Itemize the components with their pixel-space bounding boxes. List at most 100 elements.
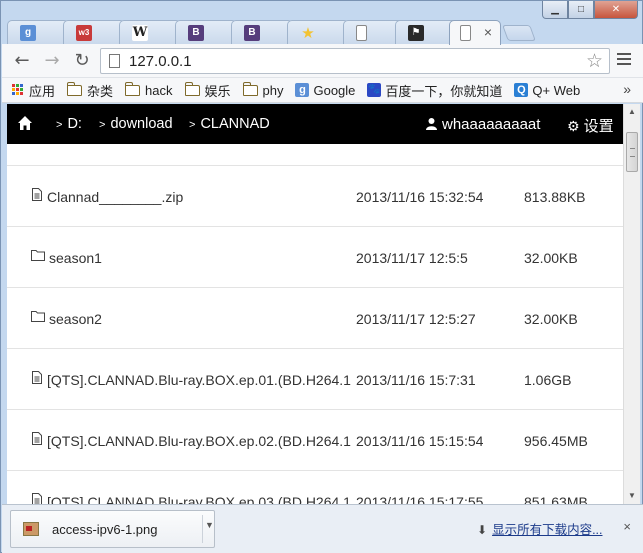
bootstrap-favicon-icon: B [188,25,204,41]
image-file-icon [23,522,39,536]
maximize-button[interactable]: □ [568,1,594,19]
user-icon [426,118,437,130]
bookmark-folder-misc[interactable]: 杂类 [67,81,113,100]
file-name[interactable]: [QTS].CLANNAD.Blu-ray.BOX.ep.01.(BD.H264… [47,372,352,388]
folder-icon [242,81,258,96]
tab-google[interactable]: g [7,20,69,44]
bookmark-folder-phy[interactable]: phy [242,81,284,98]
bookmark-google[interactable]: g Google [295,83,355,98]
tab-bookmark-star[interactable]: ★ [287,20,349,44]
file-row[interactable]: [QTS].CLANNAD.Blu-ray.BOX.ep.03.(BD.H264… [7,470,623,504]
bookmarks-overflow-icon[interactable]: » [623,81,631,97]
bookmark-label: Q+ Web [532,82,581,98]
tab-active[interactable]: × [449,20,501,45]
file-icon [32,493,42,504]
download-shelf: access-ipv6-1.png ▼ ⬇ 显示所有下载内容... × [2,504,643,553]
forward-arrow-icon[interactable]: → [42,51,62,71]
bookmark-baidu[interactable]: 🐾 百度一下，你就知道 [367,81,502,100]
home-icon[interactable] [17,115,33,131]
address-bar[interactable]: 127.0.0.1 ☆ [100,48,610,74]
reload-icon[interactable]: ↻ [72,51,92,71]
bookmark-label: Google [313,82,356,98]
file-name[interactable]: [QTS].CLANNAD.Blu-ray.BOX.ep.02.(BD.H264… [47,433,352,449]
tab-bootstrap-1[interactable]: B [175,20,237,44]
file-size: 851.63MB [524,494,588,504]
close-window-button[interactable]: ✕ [594,1,638,19]
site-navbar: > D: > download > CLANNAD whaaaaaaaaat ⚙ 设置 [7,104,623,144]
settings-link[interactable]: ⚙ 设置 [567,115,614,136]
folder-name[interactable]: season1 [49,250,354,266]
file-size: 32.00KB [524,311,578,327]
download-item[interactable]: access-ipv6-1.png ▼ [10,510,215,548]
tab-strip: g w3 W B B ★ ⚑ × ▁ □ ✕ [1,1,643,45]
breadcrumb-drive[interactable]: > D: [56,116,82,132]
scrollbar-thumb[interactable] [626,132,638,172]
tab-flag[interactable]: ⚑ [395,20,457,44]
bookmark-folder-hack[interactable]: hack [125,81,173,98]
file-name[interactable]: [QTS].CLANNAD.Blu-ray.BOX.ep.03.(BD.H264… [47,494,352,504]
bookmark-folder-entertainment[interactable]: 娱乐 [184,81,231,100]
window-controls: ▁ □ ✕ [542,1,638,19]
close-icon[interactable]: × [623,519,631,534]
google-icon: g [295,83,310,97]
download-file-name[interactable]: access-ipv6-1.png [52,522,158,537]
bookmark-label: 百度一下，你就知道 [385,83,503,99]
file-date: 2013/11/16 15:15:54 [356,433,484,449]
page-icon [109,54,120,68]
file-size: 1.06GB [524,372,572,388]
file-date: 2013/11/17 12:5:5 [356,250,468,266]
page-scrollbar[interactable]: ▲ ▼ [623,104,640,504]
file-name[interactable]: Clannad________.zip [47,189,352,205]
show-all-downloads-link[interactable]: ⬇ 显示所有下载内容... [477,519,602,538]
folder-icon [67,81,83,96]
file-date: 2013/11/16 15:32:54 [356,189,484,205]
address-url[interactable]: 127.0.0.1 [129,53,192,70]
tab-wikipedia[interactable]: W [119,20,181,44]
file-row[interactable]: [QTS].CLANNAD.Blu-ray.BOX.ep.01.(BD.H264… [7,348,623,409]
back-arrow-icon[interactable]: ← [12,51,32,71]
file-icon [32,371,42,384]
bookmark-label: hack [145,82,173,98]
folder-icon [125,81,141,96]
scroll-down-icon[interactable]: ▼ [624,488,640,504]
folder-name[interactable]: season2 [49,311,354,327]
page-favicon-icon [356,25,367,41]
file-icon [32,188,42,201]
page-favicon-icon [460,25,471,41]
flag-favicon-icon: ⚑ [408,25,424,41]
scroll-up-icon[interactable]: ▲ [624,104,640,120]
bookmark-label: 杂类 [87,83,114,99]
file-row[interactable]: Clannad________.zip 2013/11/16 15:32:54 … [7,165,623,226]
bookmark-apps[interactable]: 应用 [12,81,55,100]
folder-icon [31,250,45,261]
page-content: > D: > download > CLANNAD whaaaaaaaaat ⚙ 设置 … [7,104,623,504]
file-date: 2013/11/17 12:5:27 [356,311,476,327]
chrome-menu-icon[interactable] [617,53,631,68]
star-favicon-icon: ★ [301,24,315,42]
file-row[interactable]: [QTS].CLANNAD.Blu-ray.BOX.ep.02.(BD.H264… [7,409,623,470]
user-menu[interactable]: whaaaaaaaaat [426,116,540,133]
chevron-down-icon[interactable]: ▼ [205,520,214,530]
tab-bootstrap-2[interactable]: B [231,20,293,44]
download-arrow-icon: ⬇ [477,523,488,537]
apps-grid-icon [12,84,24,96]
bookmark-label: 应用 [29,83,56,99]
bookmark-qplus[interactable]: Q Q+ Web [514,83,580,98]
bookmark-label: 娱乐 [204,83,231,99]
bookmark-star-icon[interactable]: ☆ [586,50,603,72]
folder-row[interactable]: season1 2013/11/17 12:5:5 32.00KB [7,226,623,287]
bootstrap-favicon-icon: B [244,25,260,41]
wikipedia-favicon-icon: W [132,25,148,41]
minimize-button[interactable]: ▁ [542,1,568,19]
w3schools-favicon-icon: w3 [76,25,92,41]
folder-row[interactable]: season2 2013/11/17 12:5:27 32.00KB [7,287,623,348]
bookmark-label: phy [262,82,284,98]
breadcrumb-download[interactable]: > download [99,116,173,132]
tab-close-icon[interactable]: × [484,24,492,40]
new-tab-button[interactable] [502,25,536,41]
qplus-icon: Q [514,83,529,97]
baidu-paw-icon: 🐾 [367,83,382,97]
tab-w3schools[interactable]: w3 [63,20,125,44]
breadcrumb-clannad[interactable]: > CLANNAD [189,116,270,132]
file-date: 2013/11/16 15:17:55 [356,494,484,504]
